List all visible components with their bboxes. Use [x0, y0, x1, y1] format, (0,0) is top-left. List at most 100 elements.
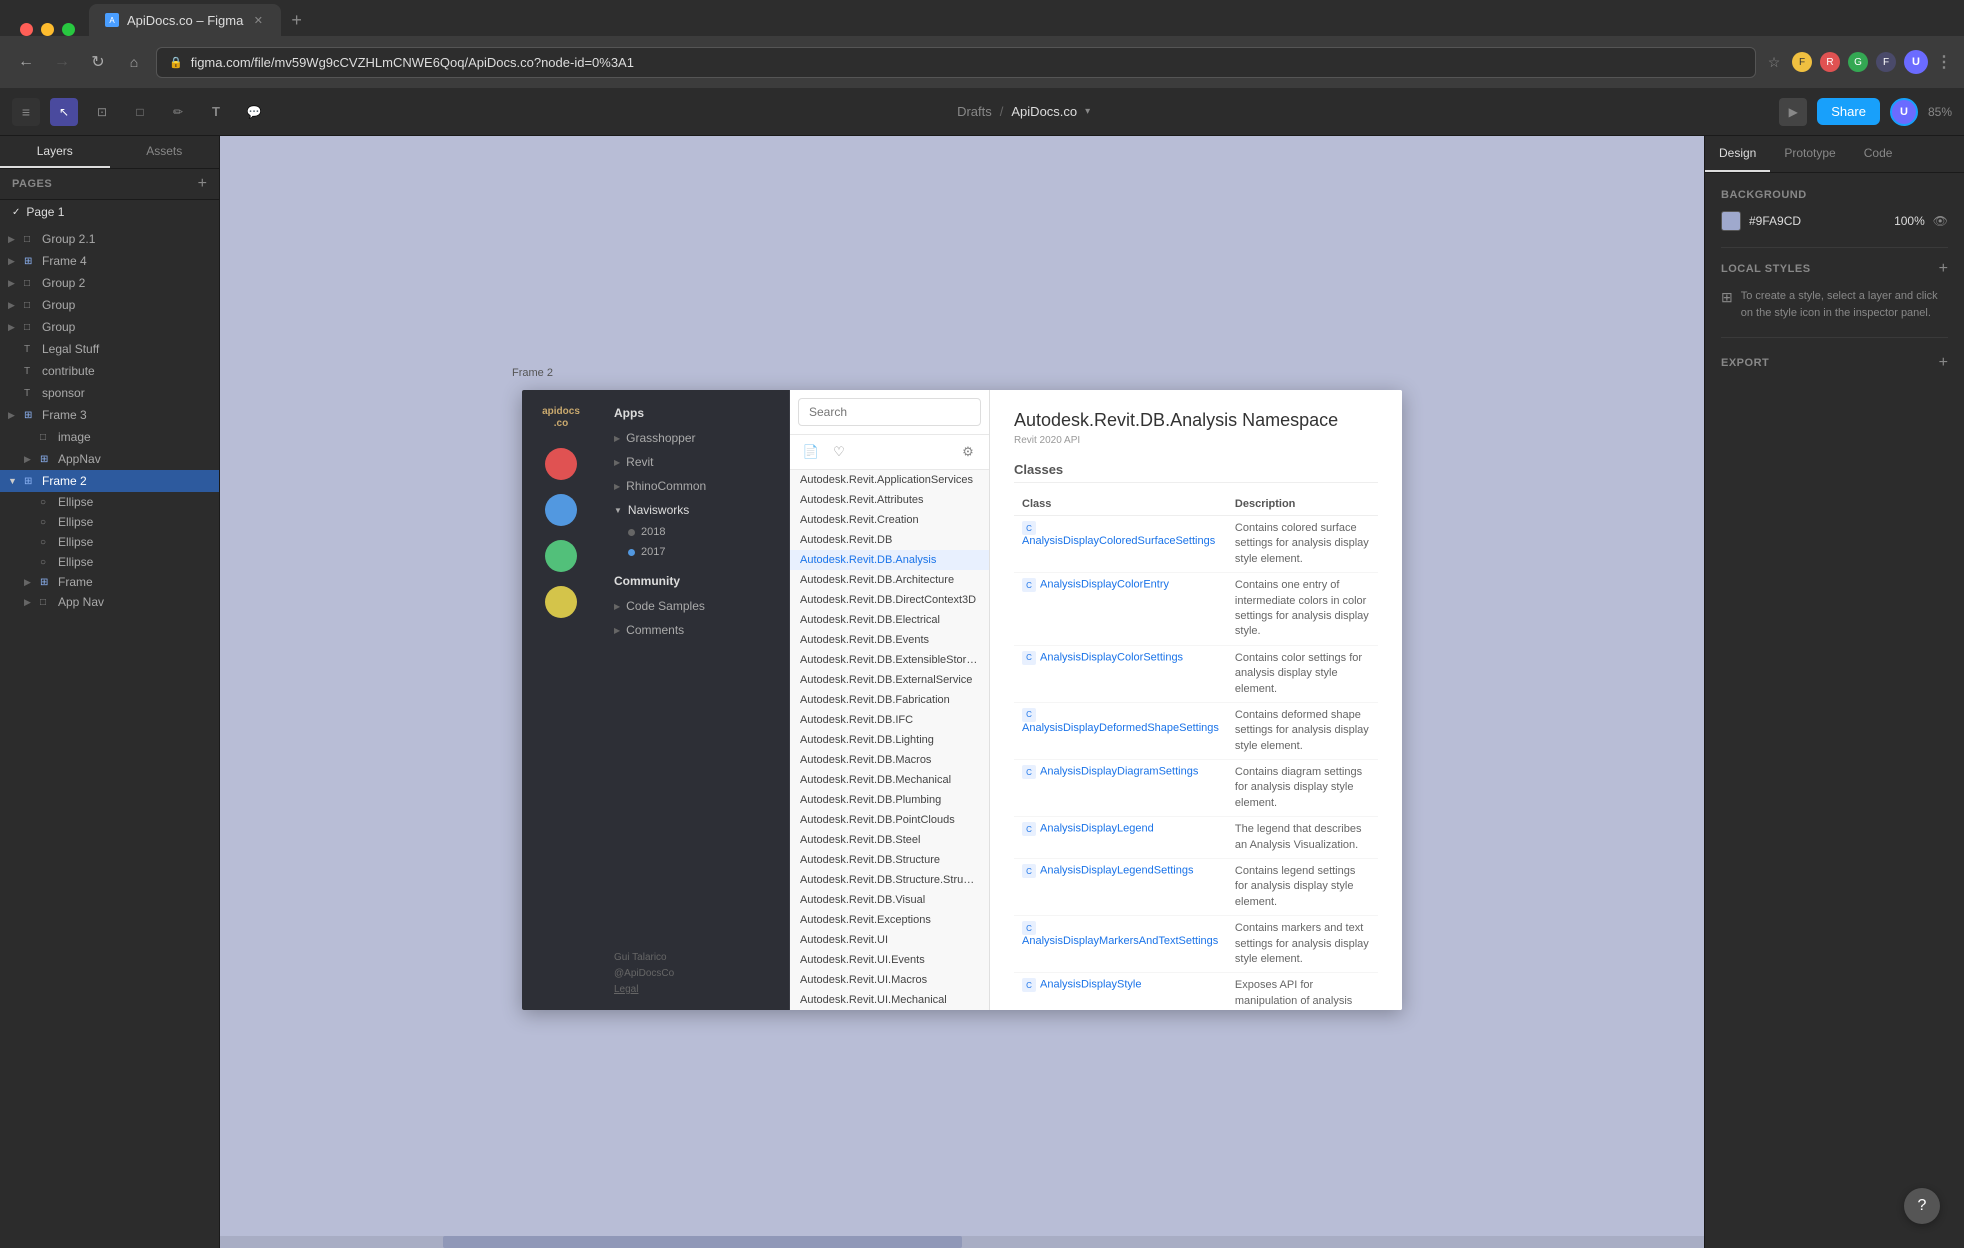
tab-layers[interactable]: Layers	[0, 136, 110, 168]
zoom-level[interactable]: 85%	[1928, 105, 1952, 119]
api-item-25[interactable]: Autodesk.Revit.UI.Macros	[790, 970, 989, 990]
api-item-1[interactable]: Autodesk.Revit.Attributes	[790, 490, 989, 510]
move-tool[interactable]: ↖	[50, 98, 78, 126]
api-item-24[interactable]: Autodesk.Revit.UI.Events	[790, 950, 989, 970]
layer-sponsor[interactable]: T sponsor	[0, 382, 219, 404]
extension-icon-1[interactable]: F	[1792, 52, 1812, 72]
layer-group-b[interactable]: ▶ □ Group	[0, 316, 219, 338]
home-button[interactable]: ⌂	[120, 48, 148, 76]
api-item-12[interactable]: Autodesk.Revit.DB.IFC	[790, 710, 989, 730]
forward-button[interactable]: →	[48, 48, 76, 76]
bg-color-swatch[interactable]	[1721, 211, 1741, 231]
class-name-text[interactable]: AnalysisDisplayColorSettings	[1040, 651, 1183, 663]
layer-frame-2[interactable]: ▼ ⊞ Frame 2	[0, 470, 219, 492]
text-tool[interactable]: T	[202, 98, 230, 126]
api-item-18[interactable]: Autodesk.Revit.DB.Steel	[790, 830, 989, 850]
class-name-cell[interactable]: CAnalysisDisplayColoredSurfaceSettings	[1014, 516, 1227, 573]
drafts-breadcrumb[interactable]: Drafts	[957, 104, 992, 119]
nav-year-2017[interactable]: 2017	[600, 542, 789, 562]
refresh-button[interactable]: ↻	[84, 48, 112, 76]
bookmark-icon[interactable]: ☆	[1764, 52, 1784, 72]
present-button[interactable]: ▶	[1779, 98, 1807, 126]
api-item-16[interactable]: Autodesk.Revit.DB.Plumbing	[790, 790, 989, 810]
class-name-cell[interactable]: CAnalysisDisplayDiagramSettings	[1014, 760, 1227, 817]
layer-ellipse-4[interactable]: ○ Ellipse	[0, 552, 219, 572]
extension-icon-4[interactable]: F	[1876, 52, 1896, 72]
class-name-text[interactable]: AnalysisDisplayDiagramSettings	[1040, 766, 1198, 778]
api-item-2[interactable]: Autodesk.Revit.Creation	[790, 510, 989, 530]
extension-icon-3[interactable]: G	[1848, 52, 1868, 72]
class-name-cell[interactable]: CAnalysisDisplayStyle	[1014, 973, 1227, 1010]
api-item-11[interactable]: Autodesk.Revit.DB.Fabrication	[790, 690, 989, 710]
more-menu-button[interactable]: ⋮	[1936, 52, 1952, 72]
api-item-0[interactable]: Autodesk.Revit.ApplicationServices	[790, 470, 989, 490]
api-item-23[interactable]: Autodesk.Revit.UI	[790, 930, 989, 950]
eye-icon[interactable]: 👁	[1933, 214, 1948, 228]
share-button[interactable]: Share	[1817, 98, 1880, 125]
tab-close[interactable]: ✕	[251, 13, 265, 27]
back-button[interactable]: ←	[12, 48, 40, 76]
layer-app-nav[interactable]: ▶ □ App Nav	[0, 592, 219, 612]
api-item-21[interactable]: Autodesk.Revit.DB.Visual	[790, 890, 989, 910]
pen-tool[interactable]: ✏	[164, 98, 192, 126]
class-name-text[interactable]: AnalysisDisplayLegend	[1040, 823, 1154, 835]
traffic-light-yellow[interactable]	[41, 23, 54, 36]
figma-menu-button[interactable]: ≡	[12, 98, 40, 126]
sidebar-dot-red[interactable]	[545, 448, 577, 480]
comment-tool[interactable]: 💬	[240, 98, 268, 126]
api-item-22[interactable]: Autodesk.Revit.Exceptions	[790, 910, 989, 930]
api-item-15[interactable]: Autodesk.Revit.DB.Mechanical	[790, 770, 989, 790]
doc-icon-button[interactable]: 📄	[800, 441, 822, 463]
add-page-button[interactable]: +	[198, 175, 207, 193]
api-item-13[interactable]: Autodesk.Revit.DB.Lighting	[790, 730, 989, 750]
layer-frame-3[interactable]: ▶ ⊞ Frame 3	[0, 404, 219, 426]
frame-tool[interactable]: ⊡	[88, 98, 116, 126]
add-export-button[interactable]: +	[1939, 354, 1948, 372]
sidebar-dot-blue[interactable]	[545, 494, 577, 526]
api-item-9[interactable]: Autodesk.Revit.DB.ExtensibleStorage	[790, 650, 989, 670]
shape-tool[interactable]: □	[126, 98, 154, 126]
tab-design[interactable]: Design	[1705, 136, 1770, 172]
nav-comments[interactable]: ▶ Comments	[600, 618, 789, 642]
tab-prototype[interactable]: Prototype	[1770, 136, 1849, 172]
layer-group-2-1[interactable]: ▶ □ Group 2.1	[0, 228, 219, 250]
file-dropdown-icon[interactable]: ▾	[1085, 106, 1090, 117]
class-name-cell[interactable]: CAnalysisDisplayLegend	[1014, 817, 1227, 859]
layer-image[interactable]: □ image	[0, 426, 219, 448]
tab-assets[interactable]: Assets	[110, 136, 220, 168]
layer-group-2[interactable]: ▶ □ Group 2	[0, 272, 219, 294]
sidebar-dot-green[interactable]	[545, 540, 577, 572]
layer-contribute[interactable]: T contribute	[0, 360, 219, 382]
class-name-cell[interactable]: CAnalysisDisplayDeformedShapeSettings	[1014, 702, 1227, 759]
class-name-text[interactable]: AnalysisDisplayColoredSurfaceSettings	[1022, 535, 1215, 547]
api-item-10[interactable]: Autodesk.Revit.DB.ExternalService	[790, 670, 989, 690]
class-name-text[interactable]: AnalysisDisplayColorEntry	[1040, 579, 1169, 591]
layer-ellipse-1[interactable]: ○ Ellipse	[0, 492, 219, 512]
layer-frame-main[interactable]: ▶ ⊞ Frame	[0, 572, 219, 592]
canvas-scrollbar[interactable]	[220, 1236, 1704, 1248]
bg-color-hex[interactable]: #9FA9CD	[1749, 214, 1886, 228]
class-name-text[interactable]: AnalysisDisplayDeformedShapeSettings	[1022, 722, 1219, 734]
user-avatar[interactable]: U	[1890, 98, 1918, 126]
layer-group-a[interactable]: ▶ □ Group	[0, 294, 219, 316]
traffic-light-red[interactable]	[20, 23, 33, 36]
url-bar[interactable]: 🔒 figma.com/file/mv59Wg9cCVZHLmCNWE6Qoq/…	[156, 47, 1756, 78]
api-item-5[interactable]: Autodesk.Revit.DB.Architecture	[790, 570, 989, 590]
api-item-4[interactable]: Autodesk.Revit.DB.Analysis	[790, 550, 989, 570]
api-item-14[interactable]: Autodesk.Revit.DB.Macros	[790, 750, 989, 770]
nav-navisworks[interactable]: ▼ Navisworks	[600, 498, 789, 522]
heart-icon-button[interactable]: ♡	[828, 441, 850, 463]
profile-avatar[interactable]: U	[1904, 50, 1928, 74]
nav-revit[interactable]: ▶ Revit	[600, 450, 789, 474]
layer-legal-stuff[interactable]: T Legal Stuff	[0, 338, 219, 360]
class-name-cell[interactable]: CAnalysisDisplayColorSettings	[1014, 645, 1227, 702]
layer-appnav[interactable]: ▶ ⊞ AppNav	[0, 448, 219, 470]
layer-ellipse-2[interactable]: ○ Ellipse	[0, 512, 219, 532]
gear-icon-button[interactable]: ⚙	[957, 441, 979, 463]
search-input[interactable]	[798, 398, 981, 426]
api-item-6[interactable]: Autodesk.Revit.DB.DirectContext3D	[790, 590, 989, 610]
api-item-20[interactable]: Autodesk.Revit.DB.Structure.StructuralSe…	[790, 870, 989, 890]
api-item-3[interactable]: Autodesk.Revit.DB	[790, 530, 989, 550]
class-name-cell[interactable]: CAnalysisDisplayColorEntry	[1014, 573, 1227, 646]
scrollbar-thumb[interactable]	[443, 1236, 962, 1248]
